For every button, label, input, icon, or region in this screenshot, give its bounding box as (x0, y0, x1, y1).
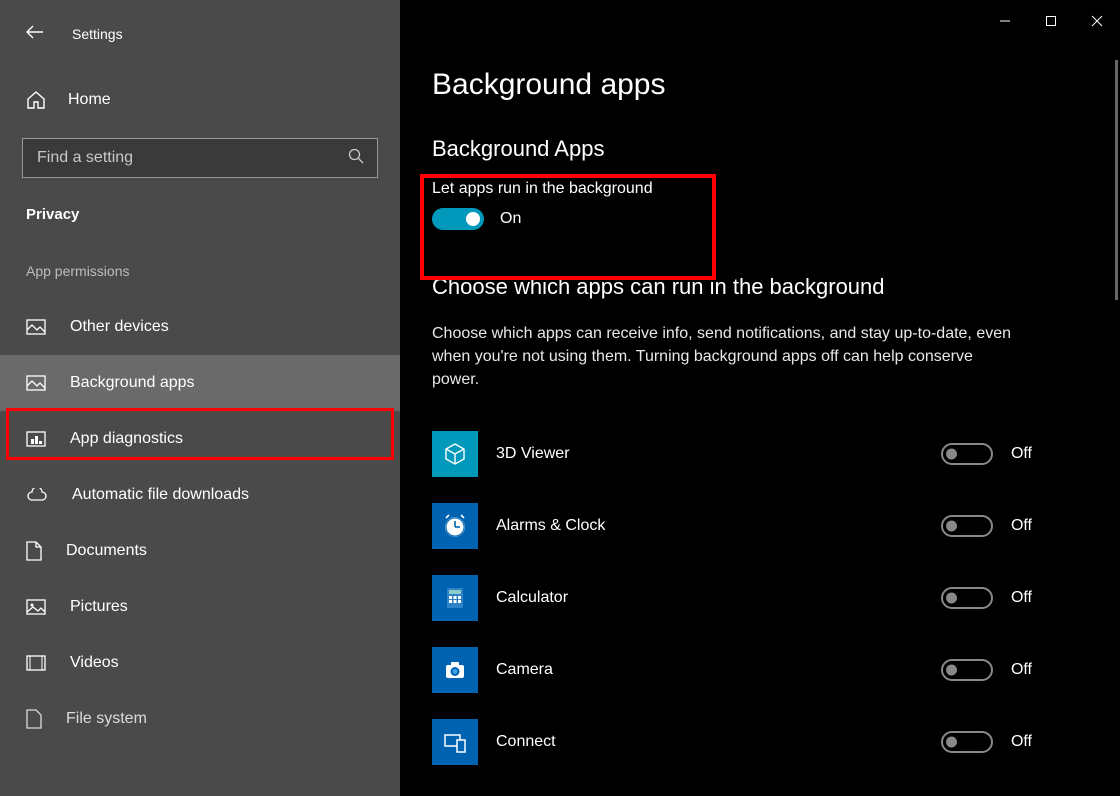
sidebar-item-documents[interactable]: Documents (0, 523, 400, 579)
sidebar-item-label: File system (66, 710, 147, 728)
home-icon (26, 90, 46, 110)
app-toggle-state: Off (1011, 517, 1032, 535)
maximize-button[interactable] (1028, 6, 1074, 36)
cloud-icon (26, 486, 48, 504)
sidebar-item-label: Documents (66, 542, 147, 560)
master-toggle-state: On (500, 210, 521, 228)
search-input[interactable] (22, 138, 378, 178)
video-icon (26, 654, 46, 672)
master-toggle-label: Let apps run in the background (432, 180, 1120, 198)
image-icon (26, 318, 46, 336)
sidebar-item-videos[interactable]: Videos (0, 635, 400, 691)
sidebar-item-background-apps[interactable]: Background apps (0, 355, 400, 411)
sidebar-item-label: Other devices (70, 318, 169, 336)
app-icon-3d-viewer (432, 431, 478, 477)
scrollbar[interactable] (1115, 60, 1118, 300)
sidebar-item-label: Automatic file downloads (72, 486, 249, 504)
app-toggle-state: Off (1011, 733, 1032, 751)
sidebar-item-other-devices[interactable]: Other devices (0, 299, 400, 355)
document-icon (26, 541, 42, 561)
main-content: Background apps Background Apps Let apps… (400, 0, 1120, 796)
section-heading: App permissions (0, 257, 400, 299)
category-label: Privacy (0, 200, 400, 257)
app-row-3d-viewer: 3D Viewer Off (432, 418, 1032, 490)
settings-sidebar: Settings Home Privacy App permissions Ot… (0, 0, 400, 796)
app-name: Camera (496, 661, 941, 679)
app-toggle-state: Off (1011, 445, 1032, 463)
app-toggle-camera[interactable] (941, 659, 993, 681)
picture-icon (26, 598, 46, 616)
app-toggle-3d-viewer[interactable] (941, 443, 993, 465)
sidebar-item-label: App diagnostics (70, 430, 183, 448)
back-arrow-icon[interactable] (26, 24, 44, 44)
app-icon-alarms-clock (432, 503, 478, 549)
app-toggle-alarms-clock[interactable] (941, 515, 993, 537)
sidebar-item-label: Videos (70, 654, 119, 672)
diagnostics-icon (26, 430, 46, 448)
subheading-background-apps: Background Apps (432, 136, 1120, 162)
app-name: Connect (496, 733, 941, 751)
sidebar-item-label: Background apps (70, 374, 195, 392)
app-toggle-calculator[interactable] (941, 587, 993, 609)
search-icon (348, 148, 364, 168)
master-toggle[interactable] (432, 208, 484, 230)
page-title: Background apps (432, 68, 1120, 102)
app-row-connect: Connect Off (432, 706, 1032, 778)
subheading-choose-apps: Choose which apps can run in the backgro… (432, 274, 1120, 300)
sidebar-item-file-system[interactable]: File system (0, 691, 400, 747)
sidebar-item-label: Pictures (70, 598, 128, 616)
app-row-alarms-clock: Alarms & Clock Off (432, 490, 1032, 562)
app-name: 3D Viewer (496, 445, 941, 463)
sidebar-item-automatic-file-downloads[interactable]: Automatic file downloads (0, 467, 400, 523)
sidebar-item-pictures[interactable]: Pictures (0, 579, 400, 635)
app-icon-camera (432, 647, 478, 693)
app-toggle-state: Off (1011, 661, 1032, 679)
app-icon-calculator (432, 575, 478, 621)
close-button[interactable] (1074, 6, 1120, 36)
home-nav[interactable]: Home (0, 76, 400, 124)
home-label: Home (68, 91, 111, 109)
app-name: Calculator (496, 589, 941, 607)
app-toggle-state: Off (1011, 589, 1032, 607)
description-text: Choose which apps can receive info, send… (432, 322, 1012, 392)
sidebar-item-app-diagnostics[interactable]: App diagnostics (0, 411, 400, 467)
minimize-button[interactable] (982, 6, 1028, 36)
app-toggle-connect[interactable] (941, 731, 993, 753)
app-name: Alarms & Clock (496, 517, 941, 535)
file-icon (26, 709, 42, 729)
image-icon (26, 374, 46, 392)
app-row-calculator: Calculator Off (432, 562, 1032, 634)
app-icon-connect (432, 719, 478, 765)
app-title: Settings (72, 26, 123, 42)
app-row-camera: Camera Off (432, 634, 1032, 706)
